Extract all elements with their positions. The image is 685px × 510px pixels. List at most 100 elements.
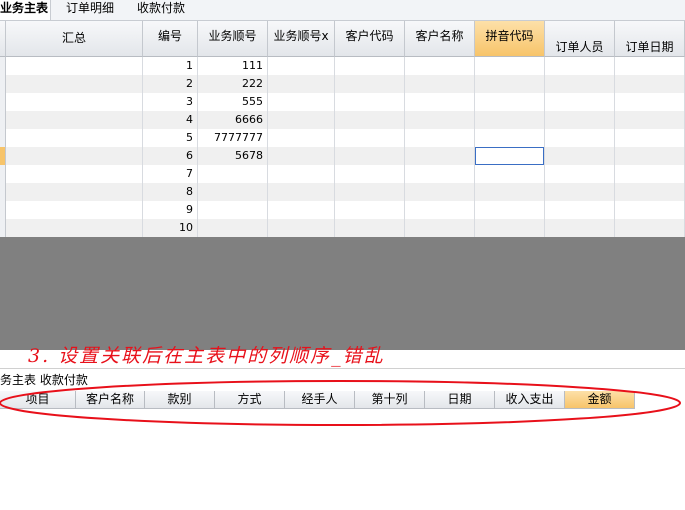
focused-cell-editor[interactable] — [475, 147, 544, 165]
order-person-cell[interactable] — [545, 201, 615, 219]
summary-cell[interactable] — [6, 57, 143, 75]
tab-business-main[interactable]: 业务主表 — [0, 0, 51, 20]
column-header-business-seq[interactable]: 业务顺号 — [198, 21, 268, 57]
tab-receipts-payments[interactable]: 收款付款 — [137, 0, 185, 20]
order-person-cell[interactable] — [545, 183, 615, 201]
detail-header-method[interactable]: 方式 — [215, 391, 285, 409]
customer-code-cell[interactable] — [335, 57, 405, 75]
business-seq-cell[interactable]: 5678 — [198, 147, 268, 165]
order-date-cell[interactable] — [615, 93, 685, 111]
column-header-order-person[interactable]: 订单人员 — [545, 21, 615, 57]
number-cell[interactable]: 3 — [143, 93, 198, 111]
table-row[interactable]: 1 111 — [6, 57, 685, 75]
customer-code-cell[interactable] — [335, 165, 405, 183]
column-header-customer-code[interactable]: 客户代码 — [335, 21, 405, 57]
business-seq-cell[interactable] — [198, 183, 268, 201]
business-seq-x-cell[interactable] — [268, 201, 335, 219]
order-date-cell[interactable] — [615, 219, 685, 237]
table-row[interactable]: 3 555 — [6, 93, 685, 111]
order-person-cell[interactable] — [545, 147, 615, 165]
customer-name-cell[interactable] — [405, 201, 475, 219]
detail-header-income-expense[interactable]: 收入支出 — [495, 391, 565, 409]
order-date-cell[interactable] — [615, 165, 685, 183]
business-seq-cell[interactable]: 6666 — [198, 111, 268, 129]
summary-cell[interactable] — [6, 111, 143, 129]
column-header-customer-name[interactable]: 客户名称 — [405, 21, 475, 57]
order-person-cell[interactable] — [545, 219, 615, 237]
order-person-cell[interactable] — [545, 93, 615, 111]
table-row[interactable]: 10 — [6, 219, 685, 237]
business-seq-x-cell[interactable] — [268, 57, 335, 75]
pinyin-code-cell[interactable] — [475, 183, 545, 201]
customer-code-cell[interactable] — [335, 93, 405, 111]
table-row[interactable]: 7 — [6, 165, 685, 183]
business-seq-cell[interactable]: 7777777 — [198, 129, 268, 147]
number-cell[interactable]: 10 — [143, 219, 198, 237]
detail-header-tenth-column[interactable]: 第十列 — [355, 391, 425, 409]
customer-code-cell[interactable] — [335, 219, 405, 237]
detail-header-amount[interactable]: 金额 — [565, 391, 635, 409]
business-seq-x-cell[interactable] — [268, 129, 335, 147]
number-cell[interactable]: 4 — [143, 111, 198, 129]
order-person-cell[interactable] — [545, 129, 615, 147]
summary-cell[interactable] — [6, 147, 143, 165]
table-row[interactable]: 4 6666 — [6, 111, 685, 129]
detail-header-item[interactable]: 项目 — [0, 391, 76, 409]
customer-code-cell[interactable] — [335, 183, 405, 201]
table-row[interactable]: 9 — [6, 201, 685, 219]
summary-cell[interactable] — [6, 201, 143, 219]
customer-name-cell[interactable] — [405, 75, 475, 93]
order-date-cell[interactable] — [615, 111, 685, 129]
pinyin-code-cell[interactable] — [475, 57, 545, 75]
business-seq-cell[interactable]: 111 — [198, 57, 268, 75]
number-cell[interactable]: 2 — [143, 75, 198, 93]
detail-header-handler[interactable]: 经手人 — [285, 391, 355, 409]
column-header-order-date[interactable]: 订单日期 — [615, 21, 685, 57]
business-seq-cell[interactable]: 555 — [198, 93, 268, 111]
column-header-summary[interactable]: 汇总 — [6, 21, 143, 57]
column-header-business-seq-x[interactable]: 业务顺号x — [268, 21, 335, 57]
table-row[interactable]: 8 — [6, 183, 685, 201]
business-seq-x-cell[interactable] — [268, 165, 335, 183]
business-seq-x-cell[interactable] — [268, 75, 335, 93]
order-date-cell[interactable] — [615, 147, 685, 165]
column-header-number[interactable]: 编号 — [143, 21, 198, 57]
detail-header-customer-name[interactable]: 客户名称 — [76, 391, 145, 409]
order-date-cell[interactable] — [615, 75, 685, 93]
pinyin-code-cell[interactable] — [475, 93, 545, 111]
order-person-cell[interactable] — [545, 111, 615, 129]
tab-order-details[interactable]: 订单明细 — [66, 0, 114, 20]
pinyin-code-cell[interactable] — [475, 201, 545, 219]
summary-cell[interactable] — [6, 129, 143, 147]
business-seq-cell[interactable]: 222 — [198, 75, 268, 93]
number-cell[interactable]: 9 — [143, 201, 198, 219]
order-date-cell[interactable] — [615, 57, 685, 75]
business-seq-cell[interactable] — [198, 219, 268, 237]
pinyin-code-cell[interactable] — [475, 165, 545, 183]
customer-code-cell[interactable] — [335, 111, 405, 129]
business-seq-x-cell[interactable] — [268, 183, 335, 201]
customer-name-cell[interactable] — [405, 111, 475, 129]
business-seq-cell[interactable] — [198, 165, 268, 183]
table-row[interactable]: 2 222 — [6, 75, 685, 93]
summary-cell[interactable] — [6, 165, 143, 183]
table-row[interactable]: 5 7777777 — [6, 129, 685, 147]
summary-cell[interactable] — [6, 75, 143, 93]
customer-name-cell[interactable] — [405, 165, 475, 183]
customer-name-cell[interactable] — [405, 57, 475, 75]
detail-header-date[interactable]: 日期 — [425, 391, 495, 409]
business-seq-x-cell[interactable] — [268, 111, 335, 129]
table-row[interactable]: 6 5678 — [6, 147, 685, 165]
summary-cell[interactable] — [6, 183, 143, 201]
order-person-cell[interactable] — [545, 75, 615, 93]
customer-name-cell[interactable] — [405, 183, 475, 201]
order-date-cell[interactable] — [615, 183, 685, 201]
number-cell[interactable]: 6 — [143, 147, 198, 165]
number-cell[interactable]: 1 — [143, 57, 198, 75]
business-seq-cell[interactable] — [198, 201, 268, 219]
number-cell[interactable]: 5 — [143, 129, 198, 147]
customer-code-cell[interactable] — [335, 201, 405, 219]
customer-name-cell[interactable] — [405, 129, 475, 147]
business-seq-x-cell[interactable] — [268, 219, 335, 237]
summary-cell[interactable] — [6, 93, 143, 111]
